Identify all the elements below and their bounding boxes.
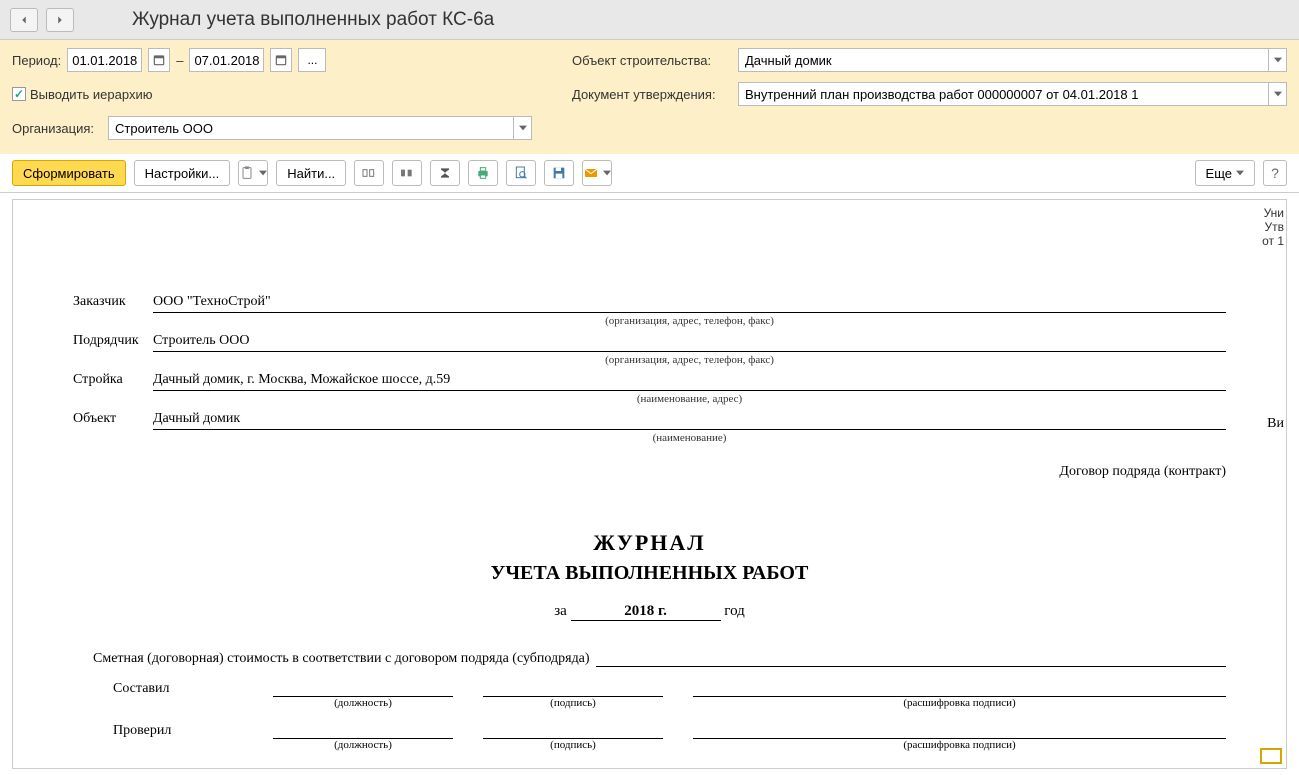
save-button[interactable]	[544, 160, 574, 186]
contractor-value: Строитель ООО	[153, 333, 1226, 352]
decipher-hint-2: (расшифровка подписи)	[693, 739, 1226, 751]
help-button[interactable]: ?	[1263, 160, 1287, 186]
printer-icon	[475, 165, 491, 181]
clipboard-button[interactable]	[238, 160, 268, 186]
organization-label: Организация:	[12, 121, 102, 136]
settings-button[interactable]: Настройки...	[134, 160, 231, 186]
forward-button[interactable]	[46, 8, 74, 32]
object-value-report: Дачный домик	[153, 411, 1226, 430]
preview-button[interactable]	[506, 160, 536, 186]
position-hint: (должность)	[273, 697, 453, 709]
page-title: Журнал учета выполненных работ КС-6а	[132, 9, 494, 31]
checked-position-field	[273, 723, 453, 739]
decipher-hint: (расшифровка подписи)	[693, 697, 1226, 709]
site-hint: (наименование, адрес)	[153, 393, 1226, 405]
contractor-hint: (организация, адрес, телефон, факс)	[153, 354, 1226, 366]
more-button[interactable]: Еще	[1195, 160, 1255, 186]
journal-period: за 2018 г. год	[73, 603, 1226, 621]
checked-decipher-field	[693, 723, 1226, 739]
chevron-down-icon	[1274, 57, 1282, 63]
customer-hint: (организация, адрес, телефон, факс)	[153, 315, 1226, 327]
preview-icon	[513, 165, 529, 181]
email-icon	[583, 165, 599, 181]
resize-marker[interactable]	[1260, 748, 1282, 764]
period-picker-button[interactable]: ...	[298, 48, 326, 72]
date-dash: –	[176, 53, 183, 68]
checked-signature-field	[483, 723, 663, 739]
site-value: Дачный домик, г. Москва, Можайское шоссе…	[153, 372, 1226, 391]
compiled-position-field	[273, 681, 453, 697]
object-dropdown-button[interactable]	[1269, 48, 1287, 72]
collapse-button[interactable]	[392, 160, 422, 186]
expand-button[interactable]	[354, 160, 384, 186]
customer-label: Заказчик	[73, 294, 153, 313]
date-to-input[interactable]	[189, 48, 264, 72]
object-label: Объект строительства:	[572, 53, 732, 68]
compiled-decipher-field	[693, 681, 1226, 697]
generate-button[interactable]: Сформировать	[12, 160, 126, 186]
calendar-from-button[interactable]	[148, 48, 170, 72]
contract-label: Договор подряда (контракт)	[73, 464, 1226, 480]
report-area[interactable]: Уни Утв от 1 Заказчик ООО "ТехноСтрой" (…	[12, 199, 1287, 769]
compiled-label: Составил	[73, 681, 273, 697]
collapse-icon	[399, 165, 415, 181]
chevron-down-icon	[1274, 91, 1282, 97]
report-meta: Уни Утв от 1	[1262, 206, 1284, 248]
estimate-label: Сметная (договорная) стоимость в соответ…	[93, 651, 596, 667]
expand-icon	[361, 165, 377, 181]
approval-doc-dropdown-button[interactable]	[1269, 82, 1287, 106]
object-input[interactable]	[738, 48, 1269, 72]
back-button[interactable]	[10, 8, 38, 32]
arrow-right-icon	[53, 13, 67, 27]
calendar-icon	[274, 53, 288, 67]
period-label: Период:	[12, 53, 61, 68]
journal-subtitle: УЧЕТА ВЫПОЛНЕННЫХ РАБОТ	[73, 562, 1226, 585]
object-hint: (наименование)	[153, 432, 1226, 444]
checked-label: Проверил	[73, 723, 273, 739]
approval-doc-input[interactable]	[738, 82, 1269, 106]
hierarchy-checkbox[interactable]: Выводить иерархию	[12, 87, 152, 102]
organization-dropdown-button[interactable]	[514, 116, 532, 140]
date-from-input[interactable]	[67, 48, 142, 72]
checkbox-icon	[12, 87, 26, 101]
customer-value: ООО "ТехноСтрой"	[153, 294, 1226, 313]
site-label: Стройка	[73, 372, 153, 391]
clipboard-icon	[239, 165, 255, 181]
calendar-to-button[interactable]	[270, 48, 292, 72]
organization-input[interactable]	[108, 116, 514, 140]
object-label-report: Объект	[73, 411, 153, 430]
chevron-down-icon	[603, 170, 611, 176]
position-hint-2: (должность)	[273, 739, 453, 751]
calendar-icon	[152, 53, 166, 67]
chevron-down-icon	[259, 170, 267, 176]
vid-label: Ви	[1267, 416, 1284, 432]
journal-title: ЖУРНАЛ	[73, 530, 1226, 556]
chevron-down-icon	[1236, 170, 1244, 176]
estimate-line	[596, 651, 1226, 667]
email-button[interactable]	[582, 160, 612, 186]
save-icon	[551, 165, 567, 181]
signature-hint-2: (подпись)	[483, 739, 663, 751]
sum-button[interactable]	[430, 160, 460, 186]
find-button[interactable]: Найти...	[276, 160, 346, 186]
contractor-label: Подрядчик	[73, 333, 153, 352]
signature-hint: (подпись)	[483, 697, 663, 709]
arrow-left-icon	[17, 13, 31, 27]
hierarchy-label: Выводить иерархию	[30, 87, 152, 102]
approval-doc-label: Документ утверждения:	[572, 87, 732, 102]
compiled-signature-field	[483, 681, 663, 697]
sigma-icon	[437, 165, 453, 181]
chevron-down-icon	[519, 125, 527, 131]
print-button[interactable]	[468, 160, 498, 186]
